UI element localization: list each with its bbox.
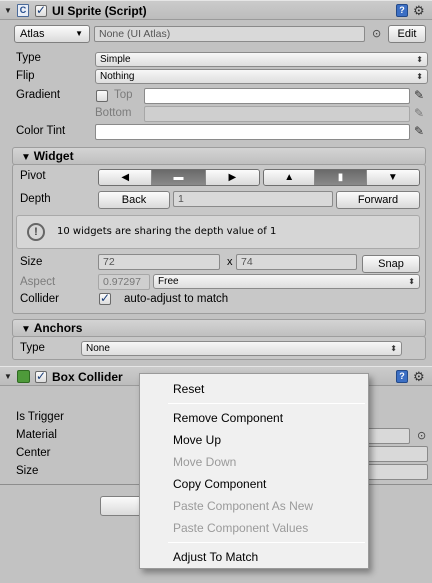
edit-button[interactable]: Edit xyxy=(388,25,426,43)
box-size-field[interactable] xyxy=(360,464,428,480)
depth-field[interactable]: 1 xyxy=(173,191,333,207)
anchors-type-dropdown[interactable]: None ⬍ xyxy=(81,341,402,356)
help-icon[interactable]: ? xyxy=(396,4,408,17)
aspect-mode-value: Free xyxy=(158,276,179,287)
type-value: Simple xyxy=(100,54,131,65)
pivot-right-button[interactable]: ▶ xyxy=(205,170,259,185)
gradient-label: Gradient xyxy=(16,89,61,101)
forward-button[interactable]: Forward xyxy=(336,191,420,209)
menu-item-move-down: Move Down xyxy=(173,455,237,469)
chevron-down-icon: ▼ xyxy=(75,29,83,38)
menu-item-adjust-to-match[interactable]: Adjust To Match xyxy=(173,550,258,564)
aspect-mode-dropdown[interactable]: Free ⬍ xyxy=(153,274,420,289)
menu-item-paste-as-new: Paste Component As New xyxy=(173,499,314,513)
pivot-horizontal-group: ◀ ▬ ▶ xyxy=(98,169,260,186)
gradient-bottom-color xyxy=(144,106,410,122)
script-icon: C xyxy=(17,4,29,17)
eyedropper-icon[interactable]: ✎ xyxy=(414,124,424,138)
gradient-top-color[interactable] xyxy=(144,88,410,104)
fold-arrow-icon: ▼ xyxy=(21,324,34,335)
help-icon[interactable]: ? xyxy=(396,370,408,383)
size-x-field[interactable]: 72 xyxy=(98,254,220,270)
object-picker-icon[interactable]: ⊙ xyxy=(372,27,381,40)
dropdown-arrow-icon: ⬍ xyxy=(416,72,423,81)
material-label: Material xyxy=(16,429,57,441)
size-separator: x xyxy=(227,256,233,268)
size-label: Size xyxy=(20,256,43,268)
eyedropper-icon: ✎ xyxy=(414,106,425,120)
flip-label: Flip xyxy=(16,70,35,82)
aspect-field: 0.97297 xyxy=(98,274,150,290)
depth-label: Depth xyxy=(20,193,51,205)
size-y-field[interactable]: 74 xyxy=(236,254,357,270)
menu-item-move-up[interactable]: Move Up xyxy=(173,433,221,447)
anchors-header[interactable]: ▼ Anchors xyxy=(12,319,426,337)
pivot-center-button[interactable]: ▬ xyxy=(152,170,206,185)
eyedropper-icon[interactable]: ✎ xyxy=(414,88,424,102)
menu-separator xyxy=(168,542,365,543)
collider-text: auto-adjust to match xyxy=(124,293,229,305)
gradient-top-label: Top xyxy=(114,89,133,101)
box-collider-icon xyxy=(17,370,30,383)
pivot-vertical-group: ▲ ▮ ▼ xyxy=(263,169,420,186)
pivot-bottom-button[interactable]: ▼ xyxy=(366,170,419,185)
is-trigger-label: Is Trigger xyxy=(16,411,64,423)
menu-item-paste-values: Paste Component Values xyxy=(173,521,309,535)
center-field[interactable] xyxy=(360,446,428,462)
info-icon: ! xyxy=(27,223,45,241)
collider-label: Collider xyxy=(20,293,59,305)
menu-item-reset[interactable]: Reset xyxy=(173,382,204,396)
flip-dropdown[interactable]: Nothing ⬍ xyxy=(95,69,428,84)
collider-checkbox[interactable] xyxy=(99,291,111,305)
depth-info-box: ! 10 widgets are sharing the depth value… xyxy=(16,215,420,249)
aspect-label: Aspect xyxy=(20,276,56,288)
pivot-top-button[interactable]: ▲ xyxy=(264,170,316,185)
ui-sprite-title: UI Sprite (Script) xyxy=(52,4,147,18)
pivot-left-button[interactable]: ◀ xyxy=(99,170,153,185)
ui-sprite-header[interactable]: ▼ C UI Sprite (Script) ? ⚙ xyxy=(0,0,432,20)
color-tint-label: Color Tint xyxy=(16,125,66,137)
fold-arrow-icon: ▼ xyxy=(21,152,34,163)
box-collider-enabled-checkbox[interactable] xyxy=(35,369,47,383)
menu-item-copy-component[interactable]: Copy Component xyxy=(173,477,266,491)
context-menu: Reset Remove Component Move Up Move Down… xyxy=(139,373,369,569)
menu-separator xyxy=(168,403,365,404)
anchors-type-label: Type xyxy=(20,342,45,354)
gradient-bottom-label: Bottom xyxy=(95,107,132,119)
anchors-title: Anchors xyxy=(33,321,83,335)
box-collider-title: Box Collider xyxy=(52,370,123,384)
dropdown-arrow-icon: ⬍ xyxy=(416,55,423,64)
back-button[interactable]: Back xyxy=(98,191,170,209)
pivot-middle-button[interactable]: ▮ xyxy=(315,170,367,185)
info-text: 10 widgets are sharing the depth value o… xyxy=(57,226,277,237)
box-size-label: Size xyxy=(16,465,39,477)
fold-arrow-icon[interactable]: ▼ xyxy=(4,6,12,15)
center-label: Center xyxy=(16,447,51,459)
snap-button[interactable]: Snap xyxy=(362,255,420,273)
dropdown-arrow-icon: ⬍ xyxy=(390,344,397,353)
color-tint-field[interactable] xyxy=(95,124,410,140)
gear-icon[interactable]: ⚙ xyxy=(413,4,425,17)
pivot-label: Pivot xyxy=(20,170,46,182)
gradient-checkbox[interactable] xyxy=(96,90,108,102)
object-picker-icon[interactable]: ⊙ xyxy=(417,429,426,442)
dropdown-arrow-icon: ⬍ xyxy=(408,277,415,286)
fold-arrow-icon[interactable]: ▼ xyxy=(4,372,12,381)
atlas-field[interactable]: None (UI Atlas) xyxy=(94,26,365,42)
gear-icon[interactable]: ⚙ xyxy=(413,370,425,383)
ui-sprite-enabled-checkbox[interactable] xyxy=(35,3,47,17)
type-dropdown[interactable]: Simple ⬍ xyxy=(95,52,428,67)
atlas-button-label: Atlas xyxy=(20,28,45,40)
widget-title: Widget xyxy=(33,149,74,163)
type-label: Type xyxy=(16,52,41,64)
menu-item-remove-component[interactable]: Remove Component xyxy=(173,411,283,425)
flip-value: Nothing xyxy=(100,71,135,82)
anchors-type-value: None xyxy=(86,343,110,354)
widget-header[interactable]: ▼ Widget xyxy=(12,147,426,165)
atlas-button[interactable]: Atlas ▼ xyxy=(14,25,90,43)
